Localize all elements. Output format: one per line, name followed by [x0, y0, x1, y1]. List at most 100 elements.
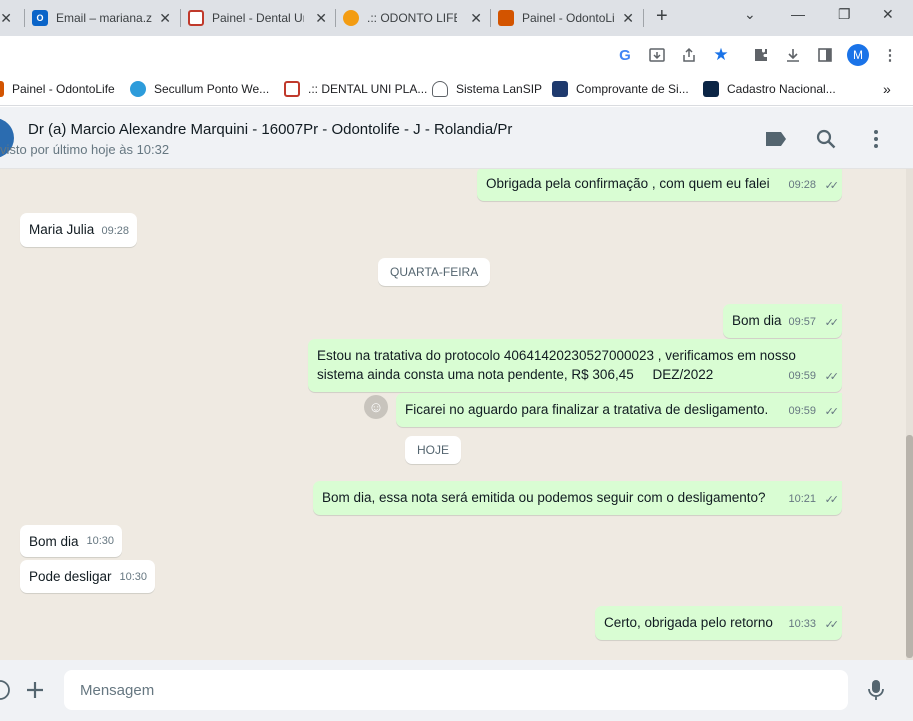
download-icon[interactable]	[782, 44, 804, 66]
message-outgoing[interactable]: Obrigada pela confirmação , com quem eu …	[477, 169, 842, 201]
bookmark-label: Painel - OdontoLife	[12, 82, 115, 96]
maximize-button[interactable]: ❐	[838, 6, 851, 23]
message-list: Obrigada pela confirmação , com quem eu …	[0, 169, 906, 660]
tab-label: Painel - Dental Ur	[212, 11, 304, 25]
bookmark-comprovante[interactable]: Comprovante de Si...	[552, 81, 689, 97]
tab-close-partial[interactable]: ✕	[0, 4, 20, 32]
outlook-icon: O	[32, 10, 48, 26]
secullum-icon	[130, 81, 146, 97]
painel-icon	[498, 10, 514, 26]
message-input[interactable]	[64, 670, 848, 710]
message-time: 09:28	[788, 179, 816, 191]
tab-label: Painel - OdontoLi	[522, 11, 614, 25]
tab-painel[interactable]: Painel - OdontoLi ✕	[498, 4, 640, 32]
tab-email[interactable]: O Email – mariana.z ✕	[32, 4, 177, 32]
message-time: 10:21	[788, 493, 816, 505]
message-text: Maria Julia	[29, 222, 95, 237]
bookmark-cadastro[interactable]: Cadastro Nacional...	[703, 81, 836, 97]
attach-icon[interactable]	[23, 678, 47, 702]
odonto-icon	[343, 10, 359, 26]
message-outgoing[interactable]: Bom dia, essa nota será emitida ou podem…	[313, 481, 842, 515]
new-tab-button[interactable]: +	[656, 5, 668, 28]
tab-separator	[335, 9, 336, 27]
react-emoji-icon[interactable]: ☺	[364, 395, 388, 419]
google-icon[interactable]: G	[614, 44, 636, 66]
receita-icon	[552, 81, 568, 97]
message-time: 09:59	[788, 370, 816, 382]
message-outgoing[interactable]: Estou na tratativa do protocolo 40641420…	[308, 339, 842, 392]
message-time: 10:30	[86, 535, 114, 547]
cadastro-icon	[703, 81, 719, 97]
contact-name[interactable]: Dr (a) Marcio Alexandre Marquini - 16007…	[28, 121, 512, 138]
message-incoming[interactable]: Pode desligar 10:30	[20, 560, 155, 593]
message-text: Pode desligar	[29, 569, 112, 584]
message-time: 10:33	[788, 618, 816, 630]
read-ticks-icon: ✓✓	[824, 406, 840, 418]
sidepanel-icon[interactable]	[814, 44, 836, 66]
read-ticks-icon: ✓✓	[824, 317, 840, 329]
tab-dental[interactable]: Painel - Dental Ur ✕	[188, 4, 333, 32]
message-incoming[interactable]: Bom dia 10:30	[20, 525, 122, 557]
bookmark-dental-uni[interactable]: .:: DENTAL UNI PLA...	[284, 81, 427, 97]
close-icon[interactable]: ✕	[0, 10, 12, 27]
painel-icon	[0, 81, 4, 97]
install-icon[interactable]	[646, 44, 668, 66]
bookmark-secullum[interactable]: Secullum Ponto We...	[130, 81, 269, 97]
profile-avatar[interactable]: M	[847, 44, 869, 66]
tab-label: Email – mariana.z	[56, 11, 153, 25]
tab-separator	[180, 9, 181, 27]
tab-odonto[interactable]: .:: ODONTO LIFE ✕	[343, 4, 488, 32]
share-icon[interactable]	[678, 44, 700, 66]
message-time: 09:28	[101, 225, 129, 237]
message-text: Bom dia	[732, 313, 782, 328]
message-text: Ficarei no aguardo para finalizar a trat…	[405, 402, 769, 417]
bookmark-painel-odontolife[interactable]: Painel - OdontoLife	[0, 81, 115, 97]
browser-menu-icon[interactable]: ⋮	[879, 44, 901, 66]
tab-separator	[643, 9, 644, 27]
tab-separator	[490, 9, 491, 27]
read-ticks-icon: ✓✓	[824, 180, 840, 192]
bookmark-label: .:: DENTAL UNI PLA...	[308, 82, 428, 96]
mic-icon[interactable]	[864, 678, 888, 702]
star-icon[interactable]: ★	[710, 44, 732, 66]
read-ticks-icon: ✓✓	[824, 494, 840, 506]
message-outgoing[interactable]: Certo, obrigada pelo retorno 10:33 ✓✓	[595, 606, 842, 640]
close-icon[interactable]: ✕	[622, 10, 634, 27]
close-icon[interactable]: ✕	[159, 10, 171, 27]
emoji-icon[interactable]	[0, 678, 12, 702]
more-bookmarks-chevron-icon[interactable]: »	[883, 81, 891, 97]
bookmark-label: Sistema LanSIP	[456, 82, 543, 96]
browser-tab-bar: ✕ O Email – mariana.z ✕ Painel - Dental …	[0, 0, 913, 36]
day-separator: HOJE	[405, 436, 462, 464]
close-icon[interactable]: ✕	[315, 10, 327, 27]
extensions-icon[interactable]	[750, 44, 772, 66]
close-icon[interactable]: ✕	[470, 10, 482, 27]
message-text: Obrigada pela confirmação , com quem eu …	[486, 176, 770, 191]
chat-header: Dr (a) Marcio Alexandre Marquini - 16007…	[0, 107, 913, 169]
message-text: Bom dia, essa nota será emitida ou podem…	[322, 490, 766, 505]
label-icon[interactable]	[764, 127, 788, 151]
close-window-button[interactable]: ✕	[882, 6, 894, 23]
message-outgoing[interactable]: Ficarei no aguardo para finalizar a trat…	[396, 393, 842, 427]
bookmarks-bar: Painel - OdontoLife Secullum Ponto We...…	[0, 74, 913, 106]
bookmark-label: Secullum Ponto We...	[154, 82, 270, 96]
search-icon[interactable]	[814, 127, 838, 151]
browser-toolbar: G ★ M ⋮	[0, 36, 913, 74]
menu-icon[interactable]	[864, 127, 888, 151]
bookmark-lansip[interactable]: Sistema LanSIP	[432, 81, 542, 97]
message-outgoing[interactable]: Bom dia 09:57 ✓✓	[723, 304, 842, 338]
minimize-button[interactable]: —	[791, 6, 805, 22]
tab-separator	[24, 9, 25, 27]
dental-icon	[284, 81, 300, 97]
tab-search-chevron-icon[interactable]: ⌄	[744, 6, 756, 23]
message-time: 09:57	[788, 316, 816, 328]
bookmark-label: Cadastro Nacional...	[727, 82, 836, 96]
message-text: Estou na tratativa do protocolo 40641420…	[317, 348, 796, 382]
read-ticks-icon: ✓✓	[824, 619, 840, 631]
tab-label: .:: ODONTO LIFE	[367, 11, 457, 25]
dental-icon	[188, 10, 204, 26]
bookmark-label: Comprovante de Si...	[576, 82, 689, 96]
message-composer	[0, 660, 913, 721]
message-scrollbar-thumb[interactable]	[906, 435, 913, 658]
message-incoming[interactable]: Maria Julia 09:28	[20, 213, 137, 247]
